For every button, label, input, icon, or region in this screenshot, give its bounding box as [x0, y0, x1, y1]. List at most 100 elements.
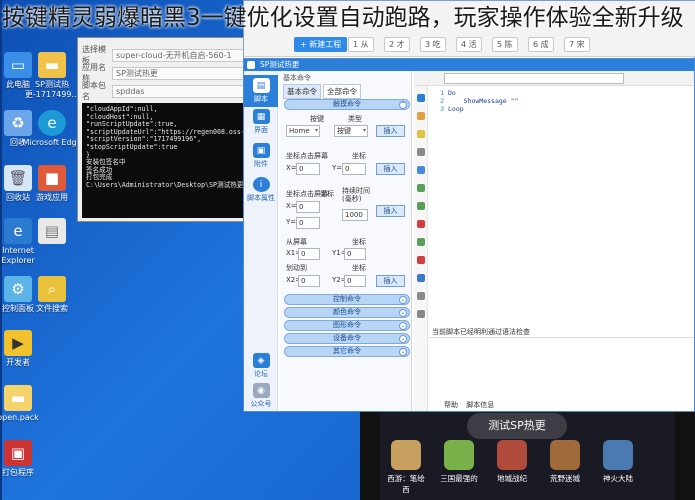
nav-properties[interactable]: i 脚本属性 — [244, 177, 278, 203]
swipe-x2-input[interactable]: 0 — [298, 275, 320, 287]
app-icon — [247, 61, 255, 69]
replace-icon[interactable] — [417, 184, 425, 192]
phone-left-edge — [360, 412, 380, 500]
desktop-icon-edge[interactable]: e Microsoft Edge — [20, 110, 84, 148]
swipe-to-label: 划动到 — [286, 264, 307, 272]
desktop-icon-developer[interactable]: ▶ 开发者 — [0, 330, 50, 368]
packager-icon: ▣ — [4, 440, 32, 466]
packager-window: 选择模板 super-cloud-无开机自启-560-1 应用名称 SP测试热更… — [77, 37, 249, 222]
desktop-icon-packager[interactable]: ▣ 打包程序 — [0, 440, 50, 478]
desktop-icon-game-app[interactable]: ■ 游戏应用 — [20, 165, 84, 203]
tab-script-info[interactable]: 脚本信息 — [466, 401, 494, 409]
app-name-field[interactable]: SP测试热更 — [112, 66, 244, 80]
code-area[interactable]: 1 Do 2 ShowMessage "" 3 Loop — [432, 89, 518, 113]
press-x-input[interactable]: 0 — [296, 201, 320, 213]
nav-wechat[interactable]: ◉ 公众号 — [244, 383, 278, 409]
tap-x-input[interactable]: 0 — [296, 163, 320, 175]
script-icon: ▤ — [252, 78, 270, 93]
run-icon[interactable] — [417, 94, 425, 102]
redo-icon[interactable] — [417, 256, 425, 264]
print-icon[interactable] — [417, 310, 425, 318]
swipe-y2-input[interactable]: 0 — [344, 275, 366, 287]
group-touch-commands[interactable]: 触摸命令 ⌃ — [284, 99, 410, 110]
code-line: 2 ShowMessage "" — [440, 97, 519, 105]
game-icon — [444, 440, 474, 470]
nav-script[interactable]: ▤ 脚本 — [244, 75, 278, 107]
insert-press-button[interactable]: 插入 — [376, 205, 405, 217]
find-icon[interactable] — [417, 166, 425, 174]
swipe-x1-input[interactable]: 0 — [298, 248, 320, 260]
undo-icon[interactable] — [417, 238, 425, 246]
group-image-commands[interactable]: 图形命令 ⌄ — [284, 320, 410, 331]
editor-side-toolbar — [414, 86, 428, 411]
template-field[interactable]: super-cloud-无开机自启-560-1 — [112, 48, 244, 62]
edge-icon: e — [38, 110, 66, 136]
package-name-field[interactable]: spddas — [112, 84, 244, 98]
settings-icon[interactable] — [417, 292, 425, 300]
level-button[interactable]: 2 才 — [384, 37, 410, 52]
sp-script-window: SP测试热更 ▤ 脚本 ▦ 界面 ▣ 附件 i 脚本属性 ◈ 论坛 ◉ 公众号 … — [243, 58, 695, 412]
tab-help[interactable]: 帮助 — [444, 401, 458, 409]
level-button[interactable]: 1 从 — [348, 37, 374, 52]
wechat-icon: ◉ — [252, 383, 270, 398]
hold-duration-input[interactable]: 1000 — [342, 209, 368, 221]
type-select[interactable]: 按键 ▾ — [334, 125, 368, 137]
game-item[interactable]: 神火大陆 — [596, 440, 640, 484]
key-label: 按键 — [310, 115, 324, 123]
breakpoint-icon[interactable] — [417, 220, 425, 228]
attachment-icon: ▣ — [252, 143, 270, 158]
tap-coord-label: 坐标 — [352, 152, 366, 160]
game-icon — [550, 440, 580, 470]
nav-forum[interactable]: ◈ 论坛 — [244, 353, 278, 379]
level-button[interactable]: 5 陈 — [492, 37, 518, 52]
game-item[interactable]: 荒野迷城 — [543, 440, 587, 484]
game-item[interactable]: 三国最强的 — [437, 440, 481, 484]
goto-icon[interactable] — [417, 274, 425, 282]
level-button[interactable]: 4 活 — [456, 37, 482, 52]
group-other-commands[interactable]: 其它命令 ⌄ — [284, 346, 410, 357]
console-output: "cloudAppId":null, "cloudHost":null, "ru… — [82, 103, 246, 218]
tab-all-commands[interactable]: 全部命令 — [323, 84, 361, 99]
function-dropdown[interactable] — [444, 73, 624, 84]
debug-icon[interactable] — [417, 130, 425, 138]
swipe-y1-input[interactable]: 0 — [344, 248, 366, 260]
nav-ui[interactable]: ▦ 界面 — [244, 109, 278, 135]
group-device-commands[interactable]: 设备命令 ⌄ — [284, 333, 410, 344]
group-control-commands[interactable]: 控制命令 ⌄ — [284, 294, 410, 305]
nav-attachment[interactable]: ▣ 附件 — [244, 143, 278, 169]
level-button[interactable]: 7 宋 — [564, 37, 590, 52]
level-button[interactable]: 3 吃 — [420, 37, 446, 52]
swipe-title: 从屏幕 — [286, 238, 307, 246]
folder-icon: ▬ — [38, 52, 66, 78]
new-project-button[interactable]: + 新建工程 — [294, 37, 348, 52]
key-select[interactable]: Home ▾ — [286, 125, 320, 137]
game-item[interactable]: 西游：笔绘西 — [384, 440, 428, 495]
group-color-commands[interactable]: 颜色命令 ⌄ — [284, 307, 410, 318]
desktop-icon-file[interactable]: ▤ — [20, 218, 84, 246]
package-name-row: 脚本包名 spddas — [78, 81, 248, 101]
insert-swipe-button[interactable]: 插入 — [376, 275, 405, 287]
tap-title: 坐标点击屏幕 — [286, 152, 328, 160]
tap-y-input[interactable]: 0 — [342, 163, 366, 175]
game-item[interactable]: 地城战纪 — [490, 440, 534, 484]
stop-icon[interactable] — [417, 112, 425, 120]
chevron-down-icon: ⌄ — [399, 296, 407, 304]
insert-key-button[interactable]: 插入 — [376, 125, 405, 137]
chevron-down-icon: ⌄ — [399, 322, 407, 330]
comment-icon[interactable] — [417, 202, 425, 210]
insert-tap-button[interactable]: 插入 — [376, 163, 405, 175]
syntax-status: 当前脚本已经明利通过语法检查 — [432, 328, 530, 336]
step-icon[interactable] — [417, 148, 425, 156]
tab-basic-commands[interactable]: 基本命令 — [283, 84, 321, 99]
phone-app-title: 测试SP热更 — [467, 413, 567, 439]
press-y-input[interactable]: 0 — [296, 217, 320, 229]
game-icon — [497, 440, 527, 470]
divider — [428, 337, 694, 338]
y-label: Y= — [332, 164, 343, 172]
desktop-icon-sp-folder[interactable]: ▬ SP测试热更-1717499... — [20, 52, 84, 100]
game-icon — [603, 440, 633, 470]
desktop-icon-open-pack[interactable]: ▬ open.pack — [0, 385, 50, 423]
level-button[interactable]: 6 成 — [528, 37, 554, 52]
desktop-icon-file-search[interactable]: ⌕ 文件搜索 — [20, 276, 84, 314]
chevron-down-icon: ⌄ — [399, 309, 407, 317]
